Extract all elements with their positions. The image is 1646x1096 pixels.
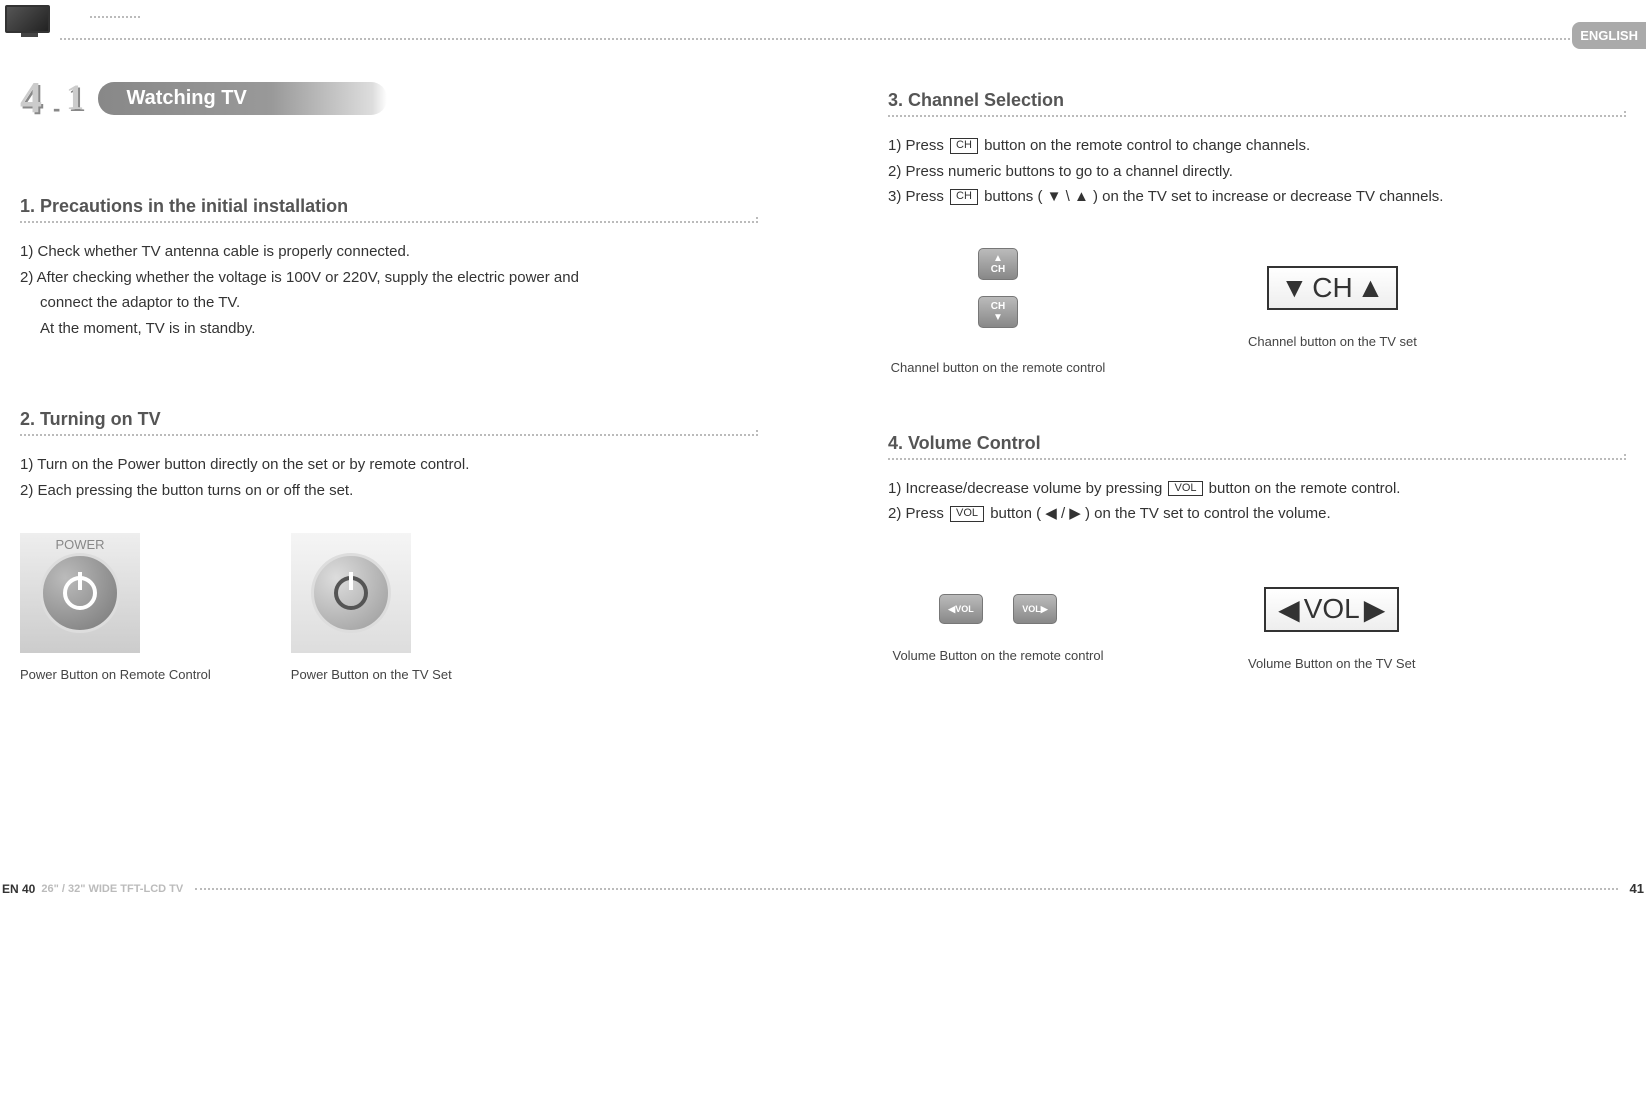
body-text: connect the adaptor to the TV. <box>20 290 758 316</box>
triangle-left-icon: ◀ <box>948 604 955 615</box>
vol-remote-buttons: ◀ VOL VOL ▶ <box>888 594 1108 624</box>
subheading-turning-on: 2. Turning on TV <box>20 409 758 436</box>
vol-button-label: VOL <box>1168 481 1202 496</box>
text-fragment: button on the remote control. <box>1209 480 1401 497</box>
vol-up-button-icon: VOL ▶ <box>1013 594 1057 624</box>
right-column: 3. Channel Selection 1) Press CH button … <box>888 80 1626 956</box>
body-text: 1) Check whether TV antenna cable is pro… <box>20 239 758 265</box>
figure-power-tvset: Power Button on the TV Set <box>291 533 452 682</box>
text-fragment: buttons ( ▼ \ ▲ ) on the TV set to incre… <box>984 188 1443 205</box>
decorative-dots <box>60 38 1634 40</box>
power-symbol-icon <box>63 576 97 610</box>
ch-up-button-icon: ▲ CH <box>978 248 1018 280</box>
body-text: 2) Press VOL button ( ◀ / ▶ ) on the TV … <box>888 501 1626 527</box>
chevron-down-icon: ▼ <box>993 312 1003 323</box>
vol-label: VOL <box>1022 604 1041 614</box>
body-text: 2) After checking whether the voltage is… <box>20 265 758 291</box>
left-column: 4 - 1 Watching TV 1. Precautions in the … <box>20 80 758 956</box>
power-button-tvset-image <box>291 533 411 653</box>
figure-caption: Power Button on Remote Control <box>20 667 211 682</box>
figure-power-remote: POWER Power Button on Remote Control <box>20 533 211 682</box>
tv-ch-button-icon: ▼ CH ▲ <box>1267 266 1399 310</box>
language-tab: ENGLISH <box>1572 22 1646 49</box>
power-symbol-icon <box>334 576 368 610</box>
decorative-dots <box>90 16 140 18</box>
decorative-dots <box>195 888 1617 890</box>
figure-ch-tvset: ▼ CH ▲ Channel button on the TV set <box>1248 266 1417 349</box>
page-number-left: EN 40 <box>2 882 35 896</box>
body-text: 2) Press numeric buttons to go to a chan… <box>888 159 1626 185</box>
page-footer: EN 40 26" / 32" WIDE TFT-LCD TV 41 <box>2 881 1644 896</box>
triangle-down-icon: ▼ <box>1281 272 1309 304</box>
body-text: 3) Press CH buttons ( ▼ \ ▲ ) on the TV … <box>888 184 1626 210</box>
figure-caption: Volume Button on the remote control <box>888 648 1108 663</box>
body-text: 1) Turn on the Power button directly on … <box>20 452 758 478</box>
tv-logo-icon <box>5 5 50 33</box>
subheading-volume-control: 4. Volume Control <box>888 433 1626 460</box>
text-fragment: 1) Press <box>888 137 948 154</box>
ch-down-button-icon: CH ▼ <box>978 296 1018 328</box>
body-text: 1) Press CH button on the remote control… <box>888 133 1626 159</box>
channel-button-figures: ▲ CH CH ▼ Channel button on the remote c… <box>888 240 1626 375</box>
ch-label: CH <box>991 264 1005 275</box>
ch-label: CH <box>991 301 1005 312</box>
text-fragment: button ( ◀ / ▶ ) on the TV set to contro… <box>990 505 1330 522</box>
tv-vol-button-icon: ◀ VOL ▶ <box>1264 587 1399 632</box>
body-text: 2) Each pressing the button turns on or … <box>20 478 758 504</box>
figure-vol-tvset: ◀ VOL ▶ Volume Button on the TV Set <box>1248 587 1415 671</box>
subheading-precautions: 1. Precautions in the initial installati… <box>20 196 758 223</box>
vol-down-button-icon: ◀ VOL <box>939 594 983 624</box>
triangle-right-icon: ▶ <box>1041 604 1048 615</box>
power-button-remote-image: POWER <box>20 533 140 653</box>
vol-label: VOL <box>1304 593 1360 625</box>
subheading-channel-selection: 3. Channel Selection <box>888 90 1626 117</box>
text-fragment: 3) Press <box>888 188 948 205</box>
page-number-right: 41 <box>1630 881 1644 896</box>
power-label: POWER <box>20 537 140 552</box>
number-1: 1 <box>66 76 84 118</box>
ch-button-label: CH <box>950 138 978 153</box>
triangle-up-icon: ▲ <box>1357 272 1385 304</box>
section-title: Watching TV <box>98 82 386 115</box>
volume-button-figures: ◀ VOL VOL ▶ Volume Button on the remote … <box>888 587 1626 671</box>
vol-label: VOL <box>955 604 974 614</box>
vol-button-label: VOL <box>950 506 984 521</box>
figure-caption: Channel button on the remote control <box>888 360 1108 375</box>
figure-vol-remote: ◀ VOL VOL ▶ Volume Button on the remote … <box>888 594 1108 663</box>
text-fragment: 1) Increase/decrease volume by pressing <box>888 480 1166 497</box>
ch-button-label: CH <box>950 189 978 204</box>
dash: - <box>53 96 60 122</box>
triangle-left-icon: ◀ <box>1278 593 1300 626</box>
body-text: At the moment, TV is in standby. <box>20 316 758 342</box>
text-fragment: 2) Press <box>888 505 948 522</box>
footer-model: 26" / 32" WIDE TFT-LCD TV <box>41 883 183 895</box>
number-4: 4 <box>20 72 42 123</box>
figure-caption: Power Button on the TV Set <box>291 667 452 682</box>
power-circle-icon <box>311 553 391 633</box>
figure-caption: Channel button on the TV set <box>1248 334 1417 349</box>
ch-label: CH <box>1312 272 1352 304</box>
section-header: 4 - 1 Watching TV <box>20 80 758 116</box>
section-number-icon: 4 - 1 <box>20 80 100 116</box>
power-circle-icon <box>40 553 120 633</box>
body-text: 1) Increase/decrease volume by pressing … <box>888 476 1626 502</box>
figure-caption: Volume Button on the TV Set <box>1248 656 1415 671</box>
chevron-up-icon: ▲ <box>993 253 1003 264</box>
power-button-figures: POWER Power Button on Remote Control Pow… <box>20 533 758 682</box>
figure-ch-remote: ▲ CH CH ▼ Channel button on the remote c… <box>888 240 1108 375</box>
triangle-right-icon: ▶ <box>1364 593 1386 626</box>
text-fragment: button on the remote control to change c… <box>984 137 1310 154</box>
